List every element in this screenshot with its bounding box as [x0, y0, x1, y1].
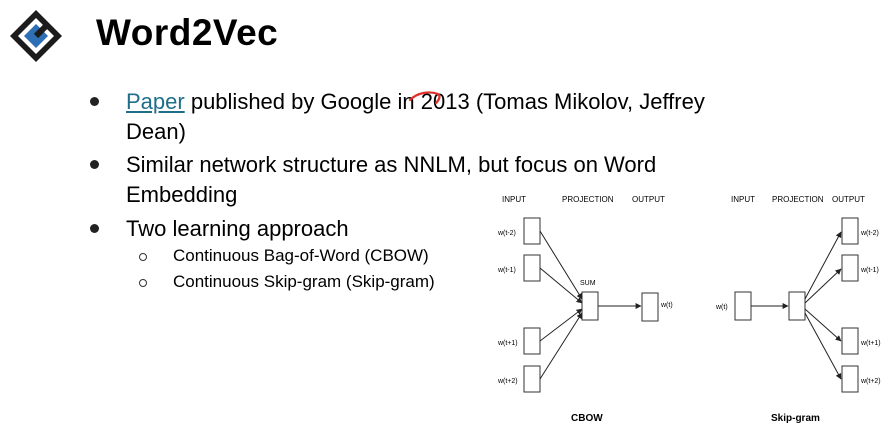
- skipgram-header-input: INPUT: [731, 195, 755, 204]
- skipgram-output-box: [841, 365, 859, 393]
- sub-bullet-skipgram: Continuous Skip-gram (Skip-gram): [173, 272, 435, 291]
- skipgram-output-box: [841, 254, 859, 282]
- bullet-dot: [90, 160, 99, 169]
- bullet-2-line-2: Embedding: [126, 182, 238, 207]
- bullet-2-line-1: Similar network structure as NNLM, but f…: [126, 152, 657, 177]
- cbow-header-input: INPUT: [502, 195, 526, 204]
- skipgram-header-projection: PROJECTION: [772, 195, 824, 204]
- skipgram-output-label: w(t+2): [860, 378, 881, 385]
- skipgram-header-output: OUTPUT: [832, 195, 865, 204]
- skipgram-input-label: w(t): [715, 304, 728, 311]
- cbow-caption: CBOW: [571, 413, 603, 424]
- sub-bullet-cbow: Continuous Bag-of-Word (CBOW): [173, 246, 429, 265]
- paper-link[interactable]: Paper: [126, 89, 185, 114]
- cbow-projection-box: [581, 291, 599, 321]
- word2vec-diagram: INPUT PROJECTION OUTPUT w(t-2) w(t-1) w(…: [497, 195, 881, 424]
- sub-bullet-dot: [139, 279, 147, 287]
- bullet-3: Two learning approach: [126, 216, 349, 241]
- skipgram-output-box: [841, 217, 859, 245]
- cbow-input-label: w(t+1): [497, 340, 518, 347]
- bullet-dot: [90, 97, 99, 106]
- annotation-mark: [408, 91, 441, 105]
- cbow-input-box: [523, 217, 541, 245]
- cbow-header-projection: PROJECTION: [562, 195, 614, 204]
- cbow-input-box: [523, 254, 541, 282]
- skipgram-projection-box: [788, 291, 806, 321]
- skipgram-output-label: w(t-2): [860, 230, 879, 237]
- skipgram-output-label: w(t-1): [860, 267, 879, 274]
- skipgram-caption: Skip-gram: [771, 413, 820, 424]
- cbow-output-label: w(t): [660, 302, 673, 309]
- cbow-header-output: OUTPUT: [632, 195, 665, 204]
- cbow-input-label: w(t-2): [497, 230, 516, 237]
- cbow-input-label: w(t-1): [497, 267, 516, 274]
- cbow-diagram: INPUT PROJECTION OUTPUT w(t-2) w(t-1) w(…: [497, 195, 673, 424]
- bullet-dot: [90, 224, 99, 233]
- skipgram-diagram: INPUT PROJECTION OUTPUT w(t) w(t-2) w(t-…: [715, 195, 881, 424]
- cbow-output-box: [641, 292, 659, 322]
- skipgram-input-box: [734, 291, 752, 321]
- cbow-input-box: [523, 327, 541, 355]
- bullet-1-line-2: Dean): [126, 119, 186, 144]
- sub-bullet-dot: [139, 253, 147, 261]
- cbow-projection-label: SUM: [580, 280, 596, 287]
- skipgram-output-box: [841, 327, 859, 355]
- cbow-input-label: w(t+2): [497, 378, 518, 385]
- skipgram-output-label: w(t+1): [860, 340, 881, 347]
- cbow-input-box: [523, 365, 541, 393]
